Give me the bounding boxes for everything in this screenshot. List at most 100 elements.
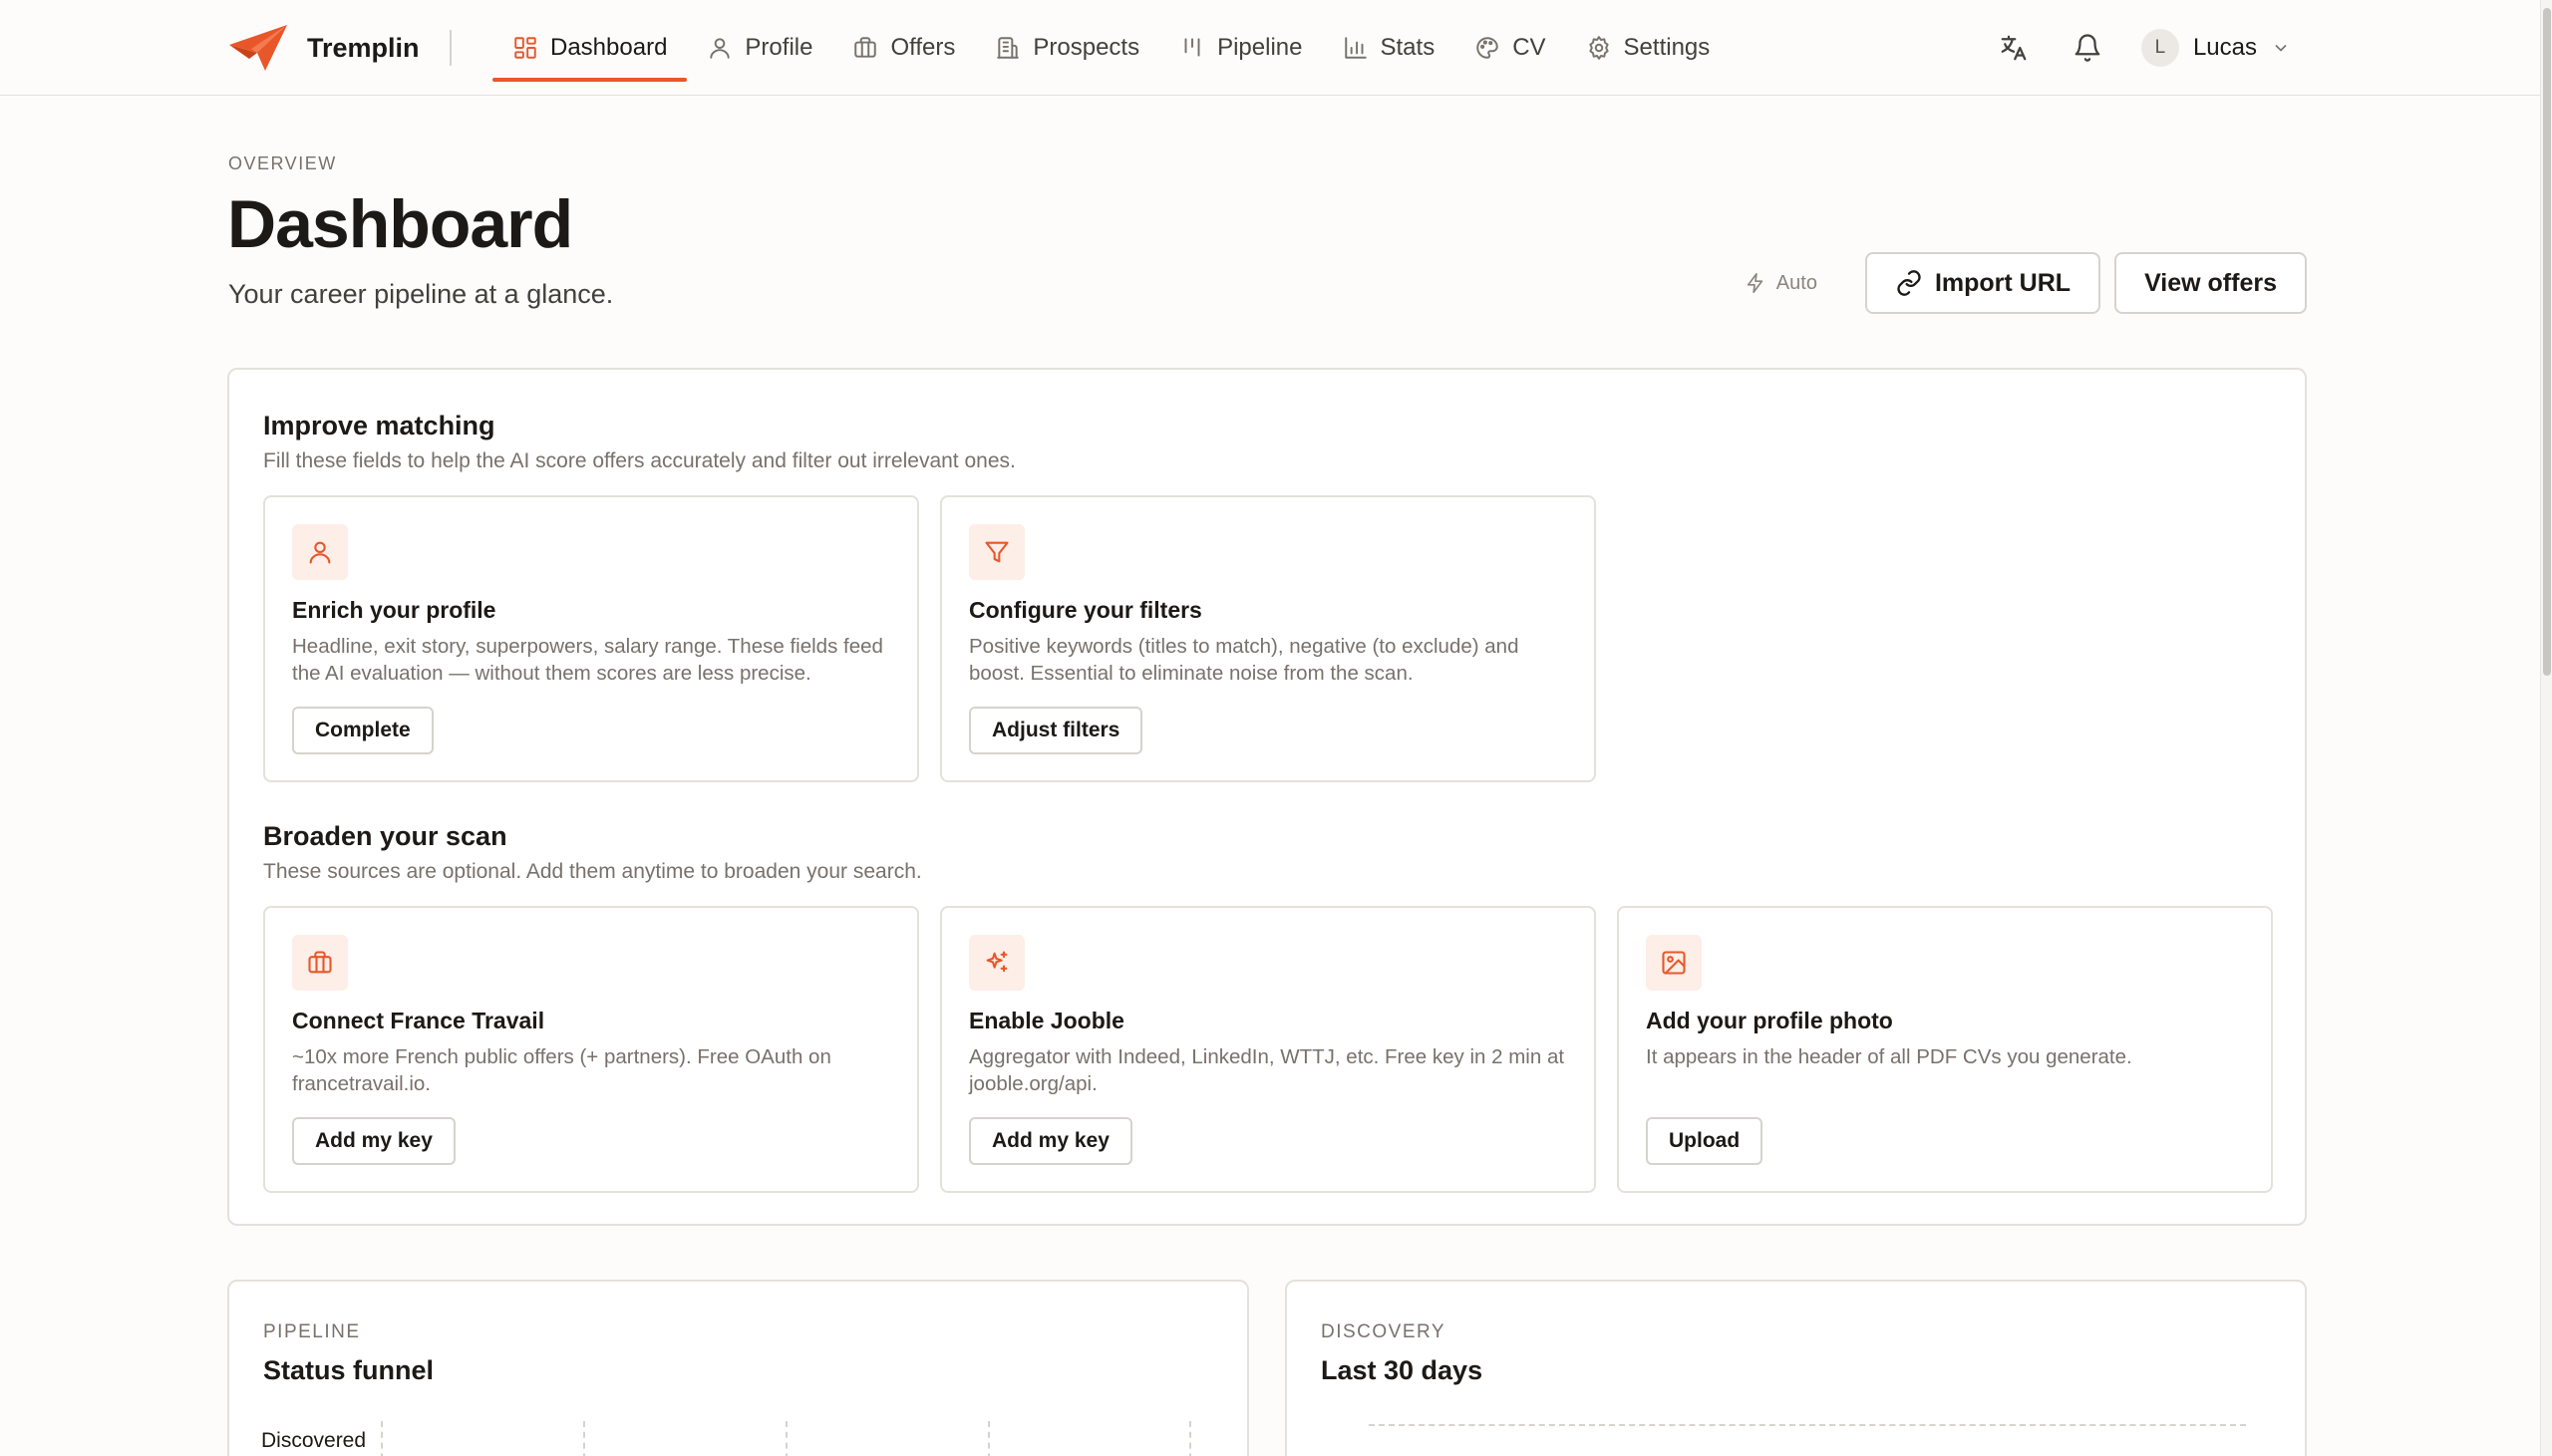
language-button[interactable] — [1994, 28, 2034, 68]
adjust-filters-button[interactable]: Adjust filters — [969, 707, 1143, 754]
nav-label: Prospects — [1033, 34, 1140, 61]
card-icon-wrap — [1646, 935, 1702, 991]
card-title: Connect France Travail — [292, 1008, 545, 1033]
bell-icon — [2074, 34, 2100, 62]
avatar: L — [2140, 29, 2179, 67]
translate-icon — [2001, 35, 2027, 61]
card-description: Aggregator with Indeed, LinkedIn, WTTJ, … — [969, 1045, 1565, 1095]
card-icon-wrap — [969, 524, 1025, 580]
funnel-gridline — [988, 1421, 990, 1456]
nav-label: Stats — [1380, 34, 1436, 61]
card-title: Configure your filters — [969, 597, 1202, 623]
card-enrich-profile: Enrich your profile Headline, exit story… — [263, 495, 919, 782]
nav-label: CV — [1512, 34, 1546, 61]
status-funnel-title: Status funnel — [263, 1355, 435, 1385]
header-actions: Auto Import URL View offers — [1745, 252, 2307, 314]
chevron-down-icon — [2275, 44, 2287, 52]
card-title: Add your profile photo — [1646, 1008, 1893, 1033]
card-jooble: Enable Jooble Aggregator with Indeed, Li… — [940, 906, 1596, 1193]
nav-item-cv[interactable]: CV — [1454, 0, 1565, 96]
building-icon — [997, 37, 1020, 59]
app-name: Tremplin — [307, 32, 420, 63]
nav-label: Offers — [890, 34, 956, 61]
card-title: Enable Jooble — [969, 1008, 1124, 1033]
nav-label: Profile — [745, 34, 813, 61]
user-menu[interactable]: L Lucas — [2140, 29, 2291, 67]
top-navigation-bar: Tremplin Dashboard Profile Offers Prospe… — [0, 0, 2540, 96]
briefcase-icon — [308, 951, 332, 974]
gear-icon — [1588, 36, 1609, 60]
discovery-gridline — [1369, 1424, 2246, 1426]
sparkles-icon — [986, 951, 1008, 973]
complete-button[interactable]: Complete — [292, 707, 434, 754]
discovery-eyebrow: DISCOVERY — [1321, 1321, 1446, 1342]
card-description: Positive keywords (titles to match), neg… — [969, 635, 1519, 685]
funnel-label-discovered: Discovered — [261, 1429, 367, 1452]
upload-photo-button[interactable]: Upload — [1646, 1117, 1763, 1165]
last-30-days-title: Last 30 days — [1321, 1355, 1483, 1385]
nav-label: Dashboard — [550, 34, 668, 61]
page-subtitle: Your career pipeline at a glance. — [228, 279, 614, 309]
improve-matching-title: Improve matching — [263, 411, 495, 440]
user-icon — [710, 38, 731, 59]
pipeline-eyebrow: PIPELINE — [263, 1321, 361, 1342]
scrollbar-thumb[interactable] — [2543, 8, 2551, 676]
card-title: Enrich your profile — [292, 597, 496, 623]
card-icon-wrap — [969, 935, 1025, 991]
funnel-gridline — [1189, 1421, 1191, 1456]
tremplin-logo-icon — [229, 25, 287, 71]
card-icon-wrap — [292, 524, 348, 580]
page-scrollbar[interactable] — [2540, 0, 2552, 1456]
nav-item-dashboard[interactable]: Dashboard — [492, 0, 688, 96]
card-description: Headline, exit story, superpowers, salar… — [292, 635, 883, 685]
top-right-actions: L Lucas — [1994, 26, 2291, 70]
auto-toggle[interactable]: Auto — [1745, 272, 1817, 295]
brand[interactable]: Tremplin — [227, 22, 420, 74]
view-offers-button[interactable]: View offers — [2114, 252, 2307, 314]
broaden-scan-subtitle: These sources are optional. Add them any… — [263, 860, 922, 883]
nav-item-settings[interactable]: Settings — [1566, 0, 1731, 96]
funnel-gridline — [583, 1421, 585, 1456]
discovery-card: DISCOVERY Last 30 days — [1285, 1280, 2307, 1456]
notifications-button[interactable] — [2068, 28, 2107, 68]
broaden-scan-title: Broaden your scan — [263, 821, 507, 851]
user-icon — [309, 541, 331, 564]
nav-item-stats[interactable]: Stats — [1323, 0, 1455, 96]
card-configure-filters: Configure your filters Positive keywords… — [940, 495, 1596, 782]
nav-label: Settings — [1623, 34, 1711, 61]
bar-chart-icon — [1344, 37, 1367, 59]
card-profile-photo: Add your profile photo It appears in the… — [1617, 906, 2273, 1193]
pipeline-card: PIPELINE Status funnel Discovered — [227, 1280, 1249, 1456]
kanban-icon — [1184, 38, 1200, 57]
import-url-button[interactable]: Import URL — [1864, 252, 2101, 314]
brand-divider — [450, 30, 452, 66]
card-france-travail: Connect France Travail ~10x more French … — [263, 906, 919, 1193]
card-description: It appears in the header of all PDF CVs … — [1646, 1045, 2132, 1068]
dashboard-icon — [514, 37, 536, 59]
nav-item-pipeline[interactable]: Pipeline — [1159, 0, 1322, 96]
improve-matching-subtitle: Fill these fields to help the AI score o… — [263, 449, 1016, 472]
funnel-gridline — [381, 1421, 383, 1456]
palette-icon — [1476, 37, 1498, 59]
page-title: Dashboard — [227, 186, 573, 262]
filter-icon — [985, 541, 1009, 563]
briefcase-icon — [854, 37, 877, 58]
add-key-france-travail-button[interactable]: Add my key — [292, 1117, 456, 1165]
import-url-label: Import URL — [1934, 268, 2072, 297]
card-icon-wrap — [292, 935, 348, 991]
page-eyebrow: OVERVIEW — [228, 153, 337, 173]
add-key-jooble-button[interactable]: Add my key — [969, 1117, 1132, 1165]
funnel-gridline — [786, 1421, 788, 1456]
main-nav: Dashboard Profile Offers Prospects Pipel… — [492, 0, 1730, 96]
nav-item-offers[interactable]: Offers — [832, 0, 975, 96]
user-name: Lucas — [2192, 34, 2257, 61]
nav-item-prospects[interactable]: Prospects — [975, 0, 1159, 96]
card-description: ~10x more French public offers (+ partne… — [292, 1045, 831, 1095]
link-icon — [1897, 270, 1921, 296]
image-icon — [1662, 951, 1686, 975]
onboarding-panel: Improve matching Fill these fields to he… — [227, 368, 2307, 1226]
nav-label: Pipeline — [1217, 34, 1303, 61]
lightning-icon — [1747, 273, 1763, 293]
nav-item-profile[interactable]: Profile — [687, 0, 832, 96]
auto-label: Auto — [1775, 271, 1817, 294]
